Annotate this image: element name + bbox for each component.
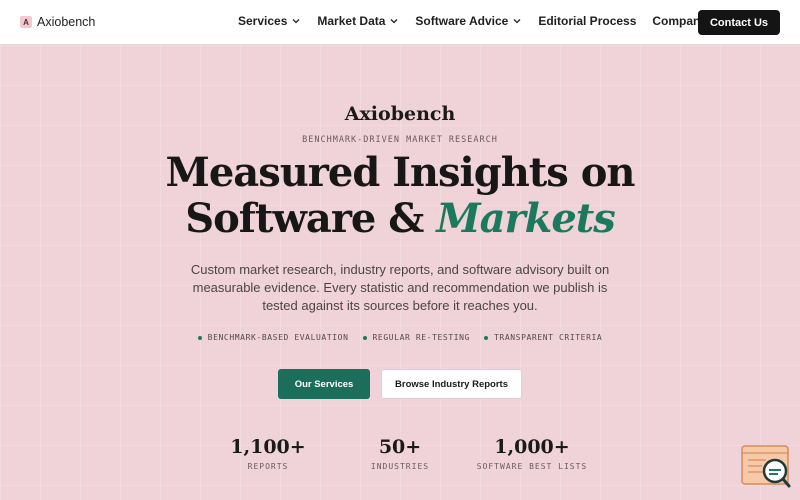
nav-item-software-advice[interactable]: Software Advice — [415, 14, 522, 28]
browse-reports-button[interactable]: Browse Industry Reports — [381, 369, 522, 399]
stat-industries: 50+ INDUSTRIES — [350, 436, 450, 471]
nav-item-market-data[interactable]: Market Data — [317, 14, 399, 28]
chevron-down-icon — [292, 19, 300, 24]
stat-label: SOFTWARE BEST LISTS — [476, 462, 588, 471]
stat-value: 1,000+ — [494, 436, 570, 458]
hero-title-line1: Measured Insights on — [165, 149, 636, 196]
feature-item: REGULAR RE-TESTING — [362, 333, 471, 342]
stat-value: 1,100+ — [230, 436, 306, 458]
brand-name: Axiobench — [37, 15, 96, 29]
nav-item-services[interactable]: Services — [238, 14, 301, 28]
brand-logo[interactable]: A Axiobench — [20, 15, 95, 29]
main-menu: Services Market Data Software Advice Edi… — [238, 14, 721, 28]
feature-checklist: BENCHMARK-BASED EVALUATION REGULAR RE-TE… — [0, 333, 800, 342]
nav-item-label: Services — [238, 14, 288, 28]
stat-reports: 1,100+ REPORTS — [218, 436, 318, 471]
nav-item-label: Market Data — [317, 14, 386, 28]
nav-item-editorial-process[interactable]: Editorial Process — [538, 14, 636, 28]
bullet-dot-icon — [362, 335, 367, 340]
hero-logo: Axiobench — [344, 103, 456, 125]
hero-title: Measured Insights on Software & Markets — [0, 150, 800, 242]
our-services-button[interactable]: Our Services — [278, 369, 370, 399]
nav-item-label: Software Advice — [415, 14, 509, 28]
feature-label: TRANSPARENT CRITERIA — [494, 333, 603, 342]
chevron-down-icon — [513, 19, 521, 24]
bullet-dot-icon — [484, 335, 488, 340]
hero-description: Custom market research, industry reports… — [190, 262, 610, 313]
brand-mark-icon: A — [20, 16, 32, 28]
stat-value: 50+ — [378, 436, 422, 458]
hero-title-line2: Software & — [185, 195, 437, 242]
chevron-down-icon — [390, 19, 398, 24]
bullet-dot-icon — [197, 335, 202, 340]
stat-label: INDUSTRIES — [370, 462, 430, 471]
hero-title-accent: Markets — [436, 195, 615, 242]
feature-label: REGULAR RE-TESTING — [372, 333, 470, 342]
feature-label: BENCHMARK-BASED EVALUATION — [207, 333, 349, 342]
stat-software-lists: 1,000+ SOFTWARE BEST LISTS — [472, 436, 592, 471]
feature-item: BENCHMARK-BASED EVALUATION — [197, 333, 349, 342]
hero-eyebrow: BENCHMARK-DRIVEN MARKET RESEARCH — [302, 135, 498, 145]
stat-label: REPORTS — [247, 462, 289, 471]
contact-us-button[interactable]: Contact Us — [698, 10, 780, 35]
feature-item: TRANSPARENT CRITERIA — [484, 333, 602, 342]
top-navigation: A Axiobench Services Market Data Softwar… — [0, 0, 800, 45]
chat-support-icon[interactable] — [740, 444, 792, 490]
nav-item-label: Editorial Process — [538, 14, 637, 28]
